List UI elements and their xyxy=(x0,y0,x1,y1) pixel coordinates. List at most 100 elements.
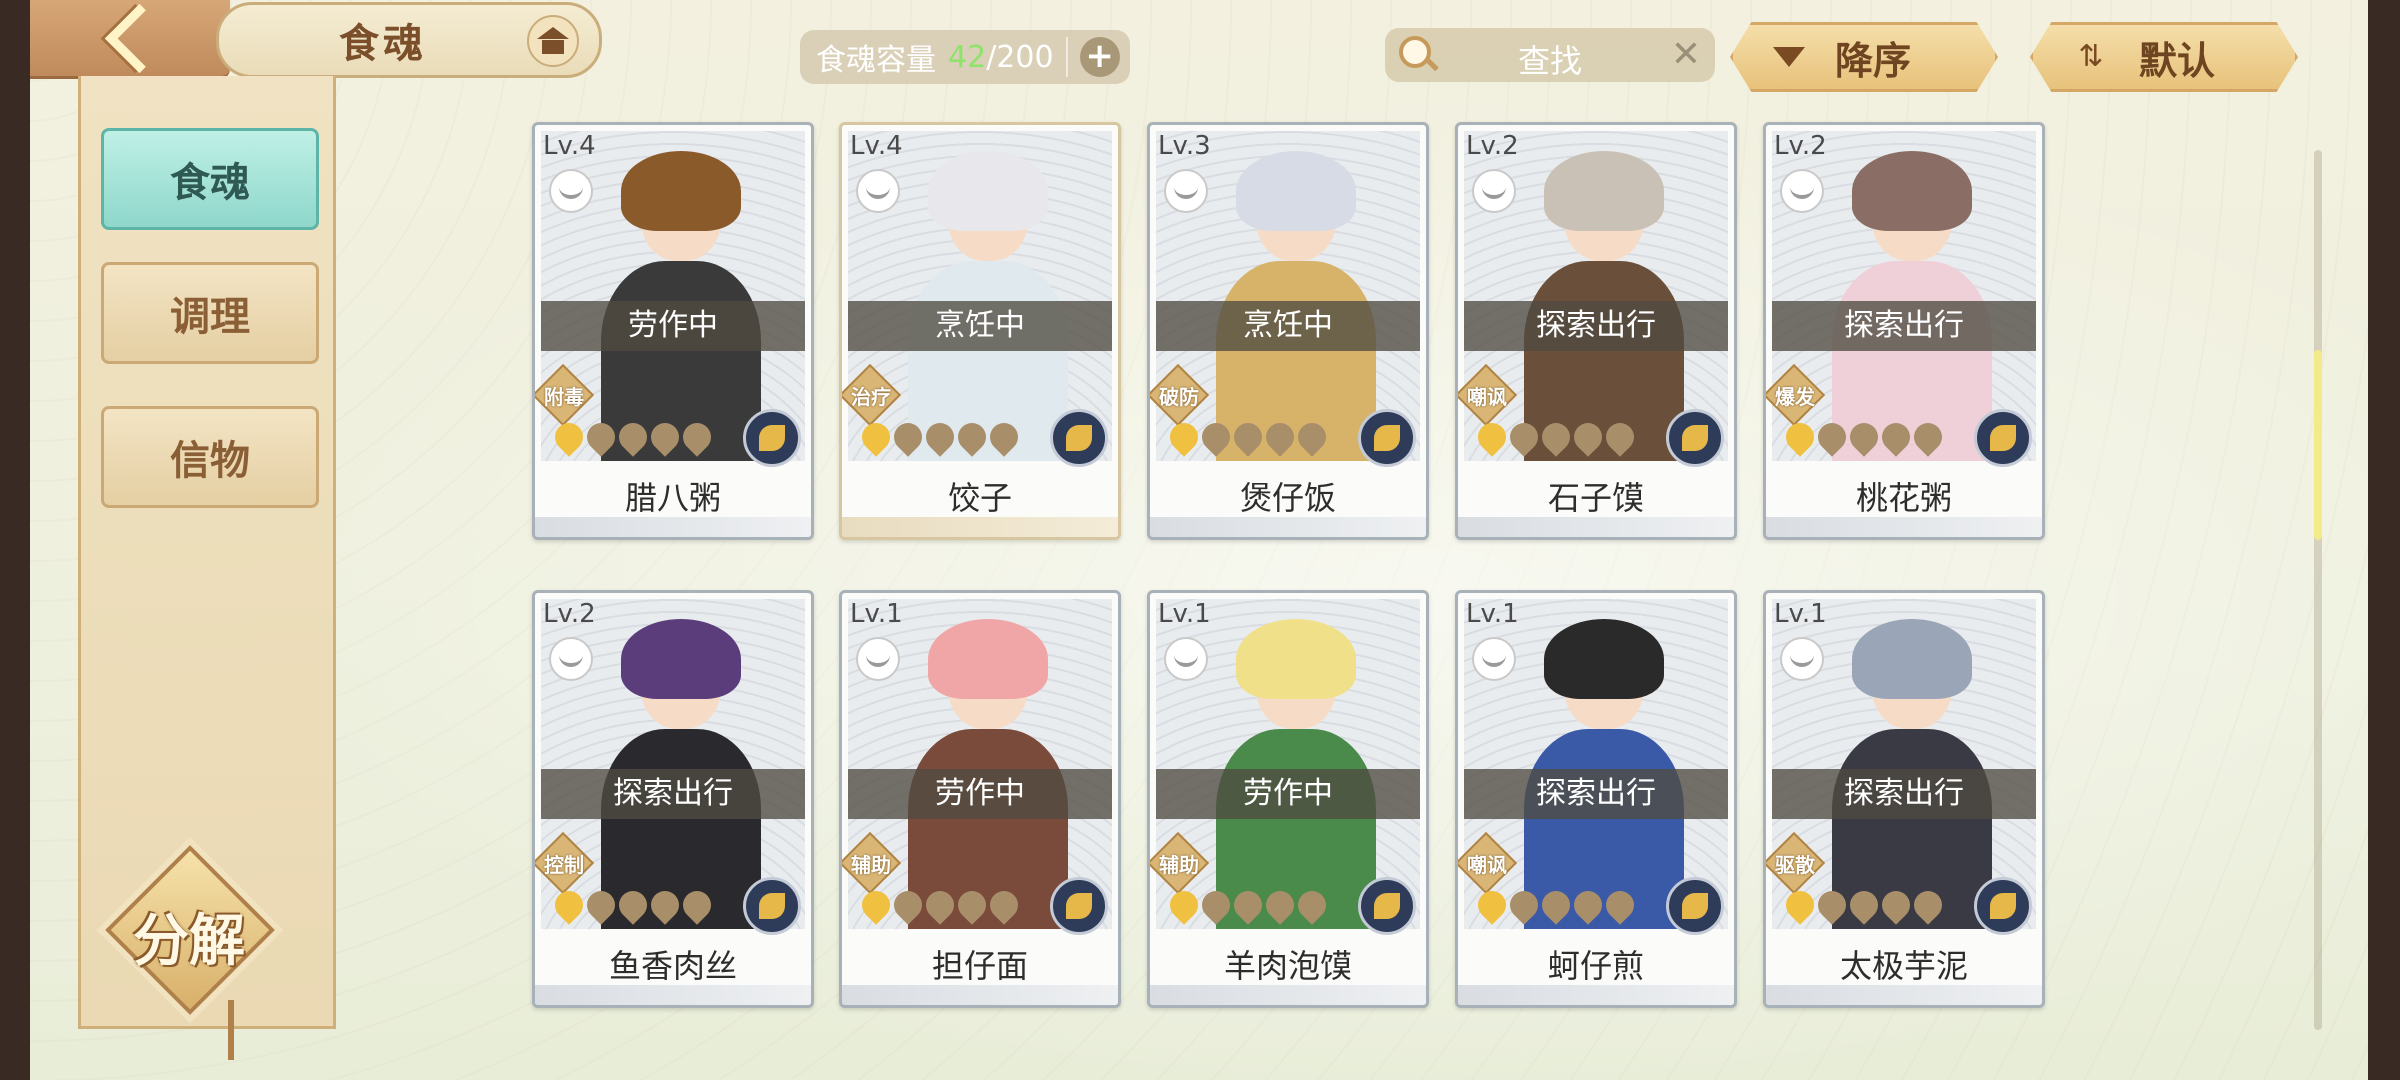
card-name: 鱼香肉丝 xyxy=(608,947,737,985)
star-icon xyxy=(1472,885,1512,925)
character-hair xyxy=(1544,151,1664,231)
back-chevron-icon xyxy=(104,3,174,73)
element-emblem-icon xyxy=(1666,877,1724,935)
role-tag: 辅助 xyxy=(1150,831,1210,895)
sort-default-button[interactable]: ⇅ 默认 xyxy=(2030,22,2298,92)
card-name: 饺子 xyxy=(947,479,1012,517)
star-icon xyxy=(952,885,992,925)
character-hair xyxy=(1236,151,1356,231)
star-icon xyxy=(856,885,896,925)
swap-icon: ⇅ xyxy=(2078,39,2104,74)
star-icon xyxy=(984,885,1024,925)
star-rating xyxy=(1780,885,1948,925)
sidebar-item-label: 食魂 xyxy=(170,159,250,206)
card-footer xyxy=(1458,985,1734,1005)
star-icon xyxy=(1812,885,1852,925)
card-name: 腊八粥 xyxy=(624,479,721,517)
clear-search-button[interactable]: ✕ xyxy=(1671,34,1701,75)
bowl-icon xyxy=(549,637,593,681)
role-tag-label: 控制 xyxy=(544,853,584,877)
back-button[interactable] xyxy=(30,0,230,79)
star-icon xyxy=(920,885,960,925)
star-icon xyxy=(1292,417,1332,457)
star-icon xyxy=(984,417,1024,457)
sort-desc-button[interactable]: 降序 xyxy=(1730,22,1998,92)
character-hair xyxy=(928,619,1048,699)
bowl-icon xyxy=(1780,169,1824,213)
screen: 食魂 食魂容量 42 / 200 + 查找 ✕ 降序 ⇅ 默认 食魂 调理 信物… xyxy=(30,0,2368,1080)
sort-desc-label: 降序 xyxy=(1835,37,1912,83)
food-soul-card[interactable]: Lv.4 烹饪中 治疗 饺子 xyxy=(839,122,1121,540)
star-icon xyxy=(1164,417,1204,457)
sidebar-item-food-souls[interactable]: 食魂 xyxy=(101,128,319,230)
star-icon xyxy=(645,417,685,457)
sidebar-item-label: 调理 xyxy=(170,293,250,340)
star-icon xyxy=(1908,885,1948,925)
star-rating xyxy=(1164,417,1332,457)
add-capacity-button[interactable]: + xyxy=(1079,37,1120,77)
bowl-icon xyxy=(549,169,593,213)
star-icon xyxy=(1812,417,1852,457)
star-icon xyxy=(1780,885,1820,925)
star-icon xyxy=(1536,885,1576,925)
role-tag-label: 附毒 xyxy=(544,385,584,409)
character-hair xyxy=(621,619,741,699)
food-soul-card[interactable]: Lv.2 探索出行 嘲讽 石子馍 xyxy=(1455,122,1737,540)
card-level: Lv.2 xyxy=(1774,131,1827,161)
card-footer xyxy=(842,517,1118,537)
star-icon xyxy=(1504,417,1544,457)
card-status: 探索出行 xyxy=(541,769,805,819)
element-emblem-icon xyxy=(743,409,801,467)
role-tag-label: 辅助 xyxy=(1159,853,1199,877)
star-icon xyxy=(613,885,653,925)
role-tag-label: 驱散 xyxy=(1775,853,1815,877)
food-soul-card[interactable]: Lv.1 探索出行 驱散 太极芋泥 xyxy=(1763,590,2045,1008)
food-soul-card[interactable]: Lv.1 劳作中 辅助 担仔面 xyxy=(839,590,1121,1008)
food-soul-card[interactable]: Lv.2 探索出行控制鱼香肉丝 xyxy=(532,590,814,1008)
card-footer xyxy=(1150,985,1426,1005)
search-input[interactable]: 查找 ✕ xyxy=(1385,28,1715,82)
role-tag: 爆发 xyxy=(1766,363,1826,427)
card-status: 烹饪中 xyxy=(1156,301,1420,351)
card-level: Lv.3 xyxy=(1158,131,1211,161)
character-hair xyxy=(1852,151,1972,231)
scrollbar[interactable] xyxy=(2314,150,2322,1030)
star-icon xyxy=(1844,885,1884,925)
bowl-icon xyxy=(1472,169,1516,213)
star-icon xyxy=(549,417,589,457)
page-title: 食魂 xyxy=(339,20,427,67)
card-name: 担仔面 xyxy=(931,947,1028,985)
element-emblem-icon xyxy=(1666,409,1724,467)
character-hair xyxy=(928,151,1048,231)
role-tag: 辅助 xyxy=(842,831,902,895)
star-icon xyxy=(1228,885,1268,925)
star-icon xyxy=(1260,417,1300,457)
star-icon xyxy=(1568,885,1608,925)
star-rating xyxy=(549,885,717,925)
card-level: Lv.2 xyxy=(543,599,596,629)
role-tag: 破防 xyxy=(1150,363,1210,427)
star-rating xyxy=(549,417,717,457)
food-soul-card[interactable]: Lv.1 探索出行 嘲讽 蚵仔煎 xyxy=(1455,590,1737,1008)
sidebar-item-tokens[interactable]: 信物 xyxy=(101,406,319,508)
search-placeholder: 查找 xyxy=(1517,42,1582,80)
card-footer xyxy=(1766,985,2042,1005)
decompose-label[interactable]: 分解 xyxy=(114,896,264,977)
scrollbar-thumb[interactable] xyxy=(2314,350,2322,540)
card-status: 劳作中 xyxy=(1156,769,1420,819)
sidebar-item-conditioning[interactable]: 调理 xyxy=(101,262,319,364)
character-hair xyxy=(1544,619,1664,699)
food-soul-card[interactable]: Lv.1 劳作中 辅助 羊肉泡馍 xyxy=(1147,590,1429,1008)
food-soul-card[interactable]: Lv.3 烹饪中 破防 煲仔饭 xyxy=(1147,122,1429,540)
card-level: Lv.1 xyxy=(1158,599,1211,629)
home-icon[interactable] xyxy=(527,15,579,67)
star-rating xyxy=(1780,417,1948,457)
bowl-icon xyxy=(1164,169,1208,213)
card-footer xyxy=(1458,517,1734,537)
star-rating xyxy=(1164,885,1332,925)
star-icon xyxy=(1908,417,1948,457)
star-icon xyxy=(888,885,928,925)
food-soul-card[interactable]: Lv.2 探索出行 爆发 桃花粥 xyxy=(1763,122,2045,540)
food-soul-card[interactable]: Lv.4 劳作中 附毒 腊八粥 xyxy=(532,122,814,540)
star-icon xyxy=(1780,417,1820,457)
